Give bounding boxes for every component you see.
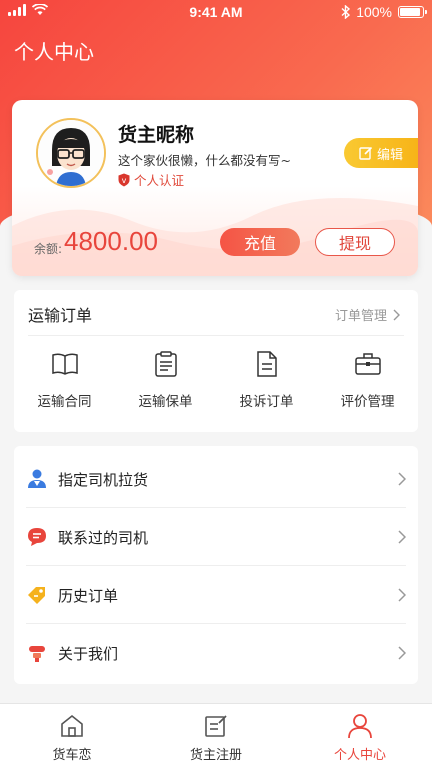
chevron-right-icon bbox=[398, 530, 406, 544]
chevron-right-icon bbox=[393, 309, 400, 320]
clipboard-icon bbox=[115, 350, 216, 378]
edit-button[interactable]: 编辑 bbox=[344, 138, 418, 168]
tag-icon bbox=[26, 584, 48, 606]
menu-item-assign-driver[interactable]: 指定司机拉货 bbox=[14, 450, 418, 508]
tab-bar: 货车恋 货主注册 个人中心 bbox=[0, 703, 432, 768]
svg-text:v: v bbox=[122, 176, 127, 185]
tab-label: 货车恋 bbox=[52, 748, 92, 763]
bluetooth-icon bbox=[341, 5, 351, 19]
menu-item-label: 指定司机拉货 bbox=[58, 470, 149, 489]
menu-list: 指定司机拉货 联系过的司机 历史订单 关于我们 bbox=[14, 446, 418, 684]
order-item-label: 投诉订单 bbox=[239, 394, 294, 410]
info-icon bbox=[26, 642, 48, 664]
balance-value: 4800.00 bbox=[64, 226, 158, 256]
profile-card: 货主昵称 这个家伙很懒，什么都没有写~ v 个人认证 编辑 余额: 4800.0… bbox=[12, 100, 418, 276]
menu-item-label: 关于我们 bbox=[58, 644, 119, 663]
chevron-right-icon bbox=[398, 646, 406, 660]
tab-label: 个人中心 bbox=[333, 748, 386, 763]
register-icon bbox=[144, 712, 288, 740]
tab-home[interactable]: 货车恋 bbox=[0, 704, 144, 768]
status-bar: 9:41 AM 100% bbox=[0, 0, 432, 24]
order-management-link[interactable]: 订单管理 bbox=[335, 305, 400, 324]
battery-percent: 100% bbox=[356, 4, 392, 20]
briefcase-icon bbox=[317, 350, 418, 378]
order-item-transport-insurance[interactable]: 运输保单 bbox=[115, 350, 216, 410]
orders-header: 运输订单 订单管理 bbox=[28, 290, 404, 336]
menu-item-label: 历史订单 bbox=[58, 586, 119, 605]
orders-title: 运输订单 bbox=[28, 306, 93, 325]
book-icon bbox=[14, 350, 115, 378]
edit-label: 编辑 bbox=[376, 147, 403, 163]
driver-icon bbox=[26, 468, 48, 490]
tab-personal-center[interactable]: 个人中心 bbox=[288, 704, 432, 768]
chevron-right-icon bbox=[398, 472, 406, 486]
nickname: 货主昵称 bbox=[118, 124, 195, 146]
order-item-complaint-orders[interactable]: 投诉订单 bbox=[216, 350, 317, 410]
page-title: 个人中心 bbox=[14, 40, 94, 64]
balance-label: 余额: bbox=[34, 242, 63, 256]
order-item-label: 运输合同 bbox=[37, 394, 92, 410]
document-icon bbox=[216, 350, 317, 378]
tab-shipper-register[interactable]: 货主注册 bbox=[144, 704, 288, 768]
shield-icon: v bbox=[118, 173, 130, 186]
avatar[interactable] bbox=[36, 118, 106, 188]
recharge-button[interactable]: 充值 bbox=[220, 228, 300, 256]
order-item-transport-contract[interactable]: 运输合同 bbox=[14, 350, 115, 410]
order-item-label: 运输保单 bbox=[138, 394, 193, 410]
order-item-review-management[interactable]: 评价管理 bbox=[317, 350, 418, 410]
menu-item-label: 联系过的司机 bbox=[58, 528, 149, 547]
order-item-label: 评价管理 bbox=[340, 394, 395, 410]
tab-label: 货主注册 bbox=[189, 748, 242, 763]
order-management-label: 订单管理 bbox=[334, 309, 387, 324]
menu-item-contacted-drivers[interactable]: 联系过的司机 bbox=[14, 508, 418, 566]
battery-icon bbox=[398, 6, 427, 18]
chat-icon bbox=[26, 526, 48, 548]
menu-item-about-us[interactable]: 关于我们 bbox=[14, 624, 418, 682]
edit-icon bbox=[359, 146, 373, 160]
bio: 这个家伙很懒，什么都没有写~ bbox=[118, 153, 291, 168]
chevron-right-icon bbox=[398, 588, 406, 602]
user-icon bbox=[288, 712, 432, 740]
verify-label: 个人认证 bbox=[134, 173, 185, 188]
verify-badge[interactable]: v 个人认证 bbox=[118, 170, 184, 189]
transport-orders-card: 运输订单 订单管理 运输合同 运输保单 投诉订单 评价管理 bbox=[14, 290, 418, 432]
withdraw-button[interactable]: 提现 bbox=[315, 228, 395, 256]
home-icon bbox=[0, 712, 144, 740]
menu-item-history-orders[interactable]: 历史订单 bbox=[14, 566, 418, 624]
